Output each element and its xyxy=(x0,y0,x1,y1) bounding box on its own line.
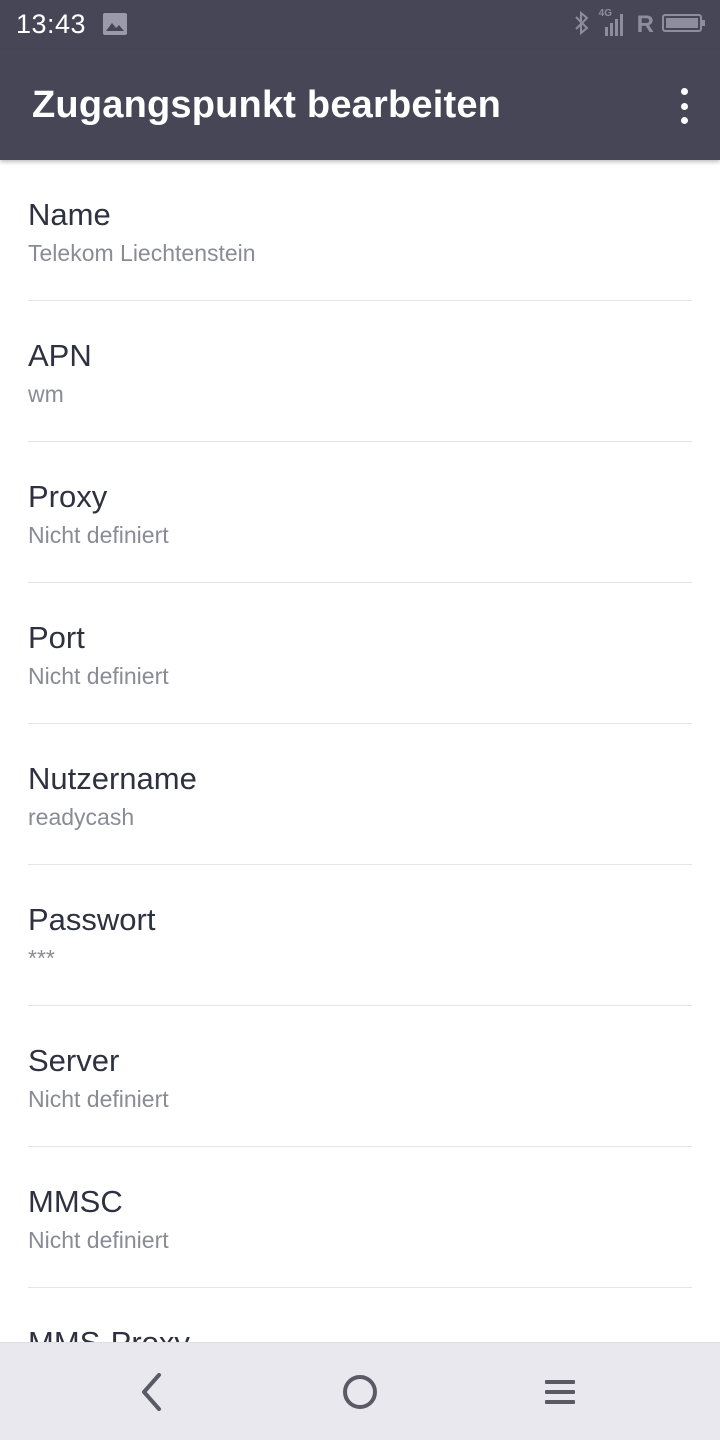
battery-icon xyxy=(662,13,706,38)
status-bar: 13:43 4G R xyxy=(0,0,720,50)
setting-mmsc[interactable]: MMSC Nicht definiert xyxy=(28,1147,692,1288)
setting-value: Nicht definiert xyxy=(28,1086,169,1112)
setting-value: readycash xyxy=(28,804,135,830)
status-time: 13:43 xyxy=(16,9,87,39)
setting-title: APN xyxy=(28,338,92,373)
menu-icon[interactable] xyxy=(535,1367,585,1417)
setting-proxy[interactable]: Proxy Nicht definiert xyxy=(28,442,692,583)
roaming-indicator: R xyxy=(636,11,654,38)
back-icon[interactable] xyxy=(127,1367,177,1417)
bluetooth-icon xyxy=(573,10,591,41)
setting-value: Nicht definiert xyxy=(28,663,169,689)
setting-port[interactable]: Port Nicht definiert xyxy=(28,583,692,724)
setting-name[interactable]: Name Telekom Liechtenstein xyxy=(28,160,692,301)
apn-settings-list: Name Telekom Liechtenstein APN wm Proxy … xyxy=(0,160,720,1343)
setting-username[interactable]: Nutzername readycash xyxy=(28,724,692,865)
setting-value: Nicht definiert xyxy=(28,1227,169,1253)
page-title: Zugangspunkt bearbeiten xyxy=(32,84,502,126)
navigation-bar xyxy=(0,1342,720,1440)
app-bar: Zugangspunkt bearbeiten xyxy=(0,50,720,160)
setting-value: *** xyxy=(28,945,55,971)
setting-title: Server xyxy=(28,1043,120,1078)
setting-server[interactable]: Server Nicht definiert xyxy=(28,1006,692,1147)
setting-title: Nutzername xyxy=(28,761,197,796)
setting-apn[interactable]: APN wm xyxy=(28,301,692,442)
setting-mms-proxy[interactable]: MMS-Proxy xyxy=(28,1288,692,1343)
more-vert-icon[interactable] xyxy=(668,86,700,126)
setting-value: Telekom Liechtenstein xyxy=(28,240,256,266)
setting-value: Nicht definiert xyxy=(28,522,169,548)
home-icon[interactable] xyxy=(335,1367,385,1417)
setting-value: wm xyxy=(28,381,64,407)
setting-title: Port xyxy=(28,620,85,655)
setting-title: MMS-Proxy xyxy=(28,1325,190,1343)
gallery-icon xyxy=(102,12,128,41)
setting-title: Passwort xyxy=(28,902,156,937)
setting-password[interactable]: Passwort *** xyxy=(28,865,692,1006)
setting-title: MMSC xyxy=(28,1184,123,1219)
setting-title: Name xyxy=(28,197,111,232)
setting-title: Proxy xyxy=(28,479,108,514)
signal-icon: 4G xyxy=(599,8,629,40)
